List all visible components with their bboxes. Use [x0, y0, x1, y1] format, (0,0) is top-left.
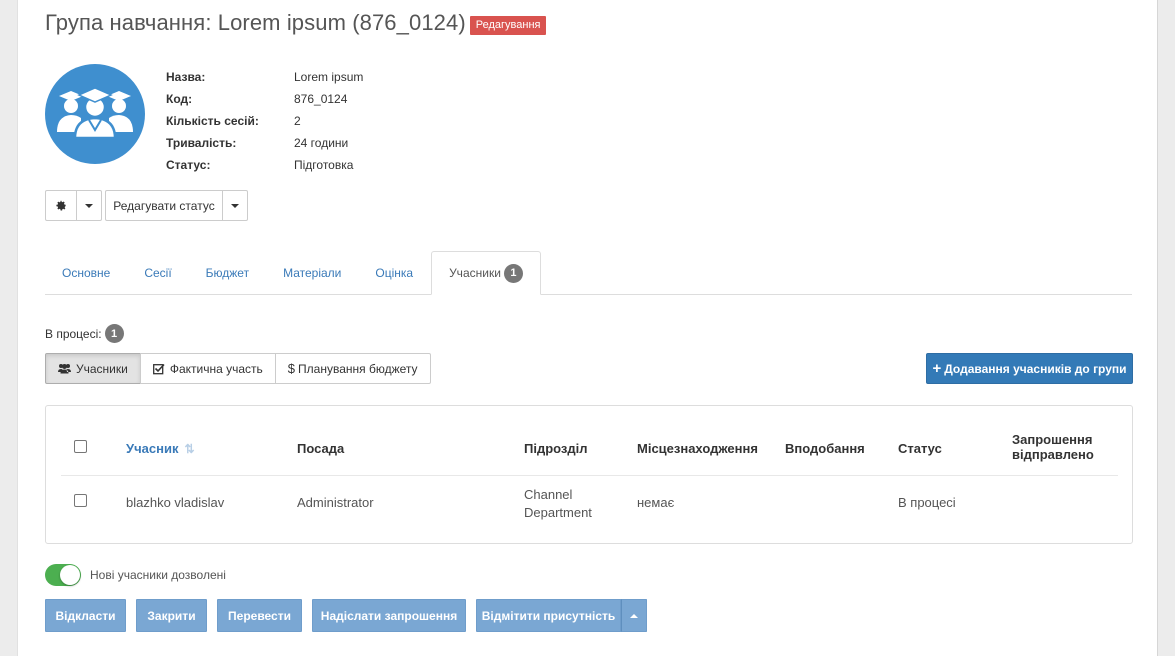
- info-label: Кількість сесій:: [166, 114, 259, 128]
- toggle-knob: [60, 565, 80, 585]
- column-header-location: Місцезнаходження: [637, 441, 758, 456]
- dollar-icon: $: [287, 361, 296, 376]
- department-line: Channel: [524, 487, 573, 502]
- info-row-duration: Тривалість: 24 години: [166, 132, 363, 154]
- participant-name: blazhko vladislav: [126, 495, 225, 510]
- tab-label: Основне: [62, 265, 111, 280]
- tab-label: Сесії: [144, 265, 172, 280]
- participant-position: Administrator: [297, 495, 374, 510]
- view-budget-planning-button[interactable]: $ Планування бюджету: [274, 353, 431, 384]
- send-invitation-button[interactable]: Надіслати запрошення: [312, 599, 466, 632]
- settings-button[interactable]: [45, 190, 77, 221]
- caret-down-icon: [231, 203, 239, 208]
- participant-status: В процесі: [898, 495, 956, 510]
- info-row-code: Код: 876_0124: [166, 88, 363, 110]
- column-header-label: відправлено: [1012, 447, 1094, 462]
- edit-status-button[interactable]: Редагувати статус: [105, 190, 223, 221]
- info-value: Підготовка: [294, 158, 354, 172]
- column-header-status: Статус: [898, 441, 942, 456]
- caret-down-icon: [85, 203, 93, 208]
- tab-materials[interactable]: Матеріали: [266, 251, 358, 294]
- view-participants-button[interactable]: Учасники: [45, 353, 141, 384]
- segment-label: Планування бюджету: [298, 361, 418, 376]
- tab-label: Учасники: [449, 266, 501, 280]
- tab-label: Бюджет: [205, 265, 250, 280]
- participant-location: немає: [637, 495, 675, 510]
- add-participants-button[interactable]: + Додавання учасників до групи: [926, 353, 1133, 384]
- mark-attendance-dropdown-button[interactable]: [621, 599, 647, 632]
- info-value: 24 години: [294, 136, 349, 150]
- plus-icon: +: [932, 360, 942, 377]
- settings-dropdown-button[interactable]: [76, 190, 102, 221]
- checkbox-checked-icon: [152, 363, 165, 375]
- main-panel: Група навчання: Lorem ipsum (876_0124) Р…: [17, 0, 1158, 656]
- info-row-sessions: Кількість сесій: 2: [166, 110, 363, 132]
- in-process-label: В процесі:: [45, 326, 102, 341]
- group-info: Назва: Lorem ipsum Код: 876_0124 Кількіс…: [166, 66, 363, 176]
- new-participants-toggle[interactable]: [45, 564, 81, 586]
- tab-participants[interactable]: Учасники 1: [431, 251, 541, 295]
- info-label: Статус:: [166, 158, 211, 172]
- gear-icon: [55, 200, 66, 211]
- tab-evaluation[interactable]: Оцінка: [358, 251, 430, 294]
- participants-count-badge: 1: [503, 263, 523, 283]
- tab-budget[interactable]: Бюджет: [189, 251, 266, 294]
- segment-label: Фактична участь: [169, 361, 263, 376]
- column-header-invitation-sent: Запрошення відправлено: [1012, 432, 1094, 462]
- close-button[interactable]: Закрити: [136, 599, 207, 632]
- column-header-label: Запрошення: [1012, 432, 1093, 447]
- tabs-bar: Основне Сесії Бюджет Матеріали Оцінка Уч…: [45, 251, 1132, 295]
- row-select-checkbox[interactable]: [74, 494, 87, 507]
- postpone-button[interactable]: Відкласти: [45, 599, 126, 632]
- tab-label: Оцінка: [375, 265, 414, 280]
- info-row-status: Статус: Підготовка: [166, 154, 363, 176]
- table-divider: [61, 475, 1118, 476]
- tab-sessions[interactable]: Сесії: [127, 251, 188, 294]
- group-avatar-icon: [45, 64, 145, 164]
- sort-icon: ⇅: [184, 442, 195, 456]
- page-title: Група навчання: Lorem ipsum (876_0124): [45, 10, 466, 35]
- title-row: Група навчання: Lorem ipsum (876_0124) Р…: [45, 10, 547, 36]
- top-action-buttons: Редагувати статус: [45, 190, 248, 221]
- add-participants-label: Додавання учасників до групи: [944, 361, 1127, 376]
- edit-status-dropdown-button[interactable]: [222, 190, 248, 221]
- department-line: Department: [524, 505, 592, 520]
- tab-main[interactable]: Основне: [45, 251, 127, 294]
- bottom-action-buttons: Відкласти Закрити Перевести Надіслати за…: [45, 599, 657, 632]
- info-label: Код:: [166, 92, 193, 106]
- tab-label: Матеріали: [283, 265, 342, 280]
- caret-up-icon: [630, 613, 638, 618]
- view-actual-attendance-button[interactable]: Фактична участь: [139, 353, 276, 384]
- transfer-button[interactable]: Перевести: [217, 599, 302, 632]
- column-header-position: Посада: [297, 441, 345, 456]
- new-participants-toggle-row: Нові учасники дозволені: [45, 564, 226, 586]
- select-all-checkbox[interactable]: [74, 440, 87, 453]
- info-value: Lorem ipsum: [294, 70, 364, 84]
- info-value: 876_0124: [294, 92, 348, 106]
- in-process-summary: В процесі: 1: [45, 324, 124, 343]
- info-value: 2: [294, 114, 301, 128]
- view-switcher: Учасники Фактична участь $ Планування бю…: [45, 353, 431, 384]
- info-row-name: Назва: Lorem ipsum: [166, 66, 363, 88]
- in-process-count-badge: 1: [104, 324, 124, 343]
- participant-department: Channel Department: [524, 486, 592, 522]
- toggle-label: Нові учасники дозволені: [90, 568, 226, 582]
- participants-table: Учасник ⇅ Посада Підрозділ Місцезнаходжен…: [45, 405, 1133, 544]
- column-header-label: Учасник: [126, 441, 179, 456]
- segment-label: Учасники: [76, 361, 128, 376]
- info-label: Тривалість:: [166, 136, 237, 150]
- info-label: Назва:: [166, 70, 206, 84]
- column-header-participant[interactable]: Учасник ⇅: [126, 441, 195, 456]
- users-icon: [58, 363, 71, 374]
- edit-mode-badge: Редагування: [469, 15, 547, 35]
- column-header-department: Підрозділ: [524, 441, 588, 456]
- column-header-preferences: Вподобання: [785, 441, 865, 456]
- mark-attendance-button[interactable]: Відмітити присутність: [476, 599, 621, 632]
